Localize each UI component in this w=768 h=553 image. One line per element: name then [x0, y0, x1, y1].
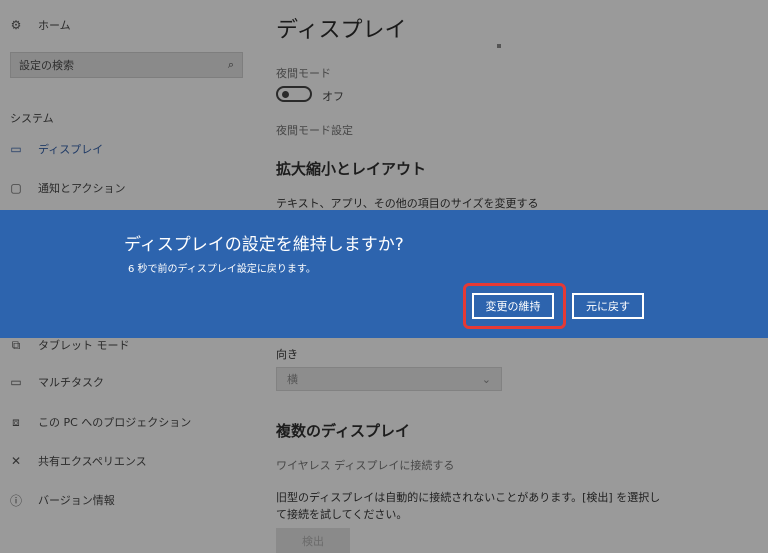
sidebar-item-display[interactable]: ▭ ディスプレイ: [0, 134, 255, 164]
sidebar-item-label: ホーム: [38, 19, 71, 32]
page-title: ディスプレイ: [276, 18, 407, 43]
resize-marker: [497, 44, 501, 48]
sidebar-item-projection[interactable]: ⧈ この PC へのプロジェクション: [0, 407, 255, 437]
night-mode-settings-link[interactable]: 夜間モード設定: [276, 122, 353, 138]
chevron-down-icon: ⌄: [481, 372, 491, 386]
notification-icon: ▢: [10, 181, 22, 195]
sidebar-item-label: バージョン情報: [38, 494, 115, 507]
sidebar-item-shared-experience[interactable]: ✕ 共有エクスペリエンス: [0, 446, 255, 476]
wireless-display-link[interactable]: ワイヤレス ディスプレイに接続する: [276, 457, 454, 473]
search-placeholder: 設定の検索: [19, 59, 74, 72]
sidebar-item-multitask[interactable]: ▭ マルチタスク: [0, 367, 255, 397]
sidebar-item-label: 共有エクスペリエンス: [38, 455, 147, 468]
detect-button[interactable]: 検出: [276, 528, 350, 553]
sidebar-item-home[interactable]: ⚙ ホーム: [0, 10, 255, 40]
sidebar-item-label: この PC へのプロジェクション: [38, 416, 192, 429]
search-input[interactable]: 設定の検索 ⌕: [10, 52, 243, 78]
section-heading-system: システム: [10, 112, 54, 125]
sidebar-item-label: 通知とアクション: [38, 182, 126, 195]
orientation-label: 向き: [276, 348, 298, 361]
home-gear-icon: ⚙: [10, 18, 22, 32]
scale-layout-description: テキスト、アプリ、その他の項目のサイズを変更する: [276, 197, 539, 210]
sidebar-item-label: マルチタスク: [38, 376, 104, 389]
sidebar-item-about[interactable]: ⓘ バージョン情報: [0, 485, 255, 515]
sidebar-item-notifications[interactable]: ▢ 通知とアクション: [0, 173, 255, 203]
info-icon: ⓘ: [9, 493, 22, 508]
revert-button[interactable]: 元に戻す: [572, 293, 644, 319]
dialog-title: ディスプレイの設定を維持しますか?: [124, 235, 404, 255]
sidebar-item-label: タブレット モード: [38, 339, 130, 352]
multitask-icon: ▭: [10, 375, 22, 389]
sidebar-item-label: ディスプレイ: [38, 143, 104, 156]
multiple-displays-heading: 複数のディスプレイ: [276, 422, 410, 440]
multiple-displays-description-1: 旧型のディスプレイは自動的に接続されないことがあります。[検出] を選択し: [276, 491, 661, 504]
dialog-message: 6 秒で前のディスプレイ設定に戻ります。: [128, 264, 316, 275]
keep-display-settings-dialog: ディスプレイの設定を維持しますか? 6 秒で前のディスプレイ設定に戻ります。: [0, 210, 768, 338]
orientation-select[interactable]: 横 ⌄: [276, 367, 502, 391]
scale-layout-heading: 拡大縮小とレイアウト: [276, 160, 427, 178]
highlight-outline: [463, 283, 566, 329]
night-mode-state: オフ: [322, 90, 344, 103]
search-icon: ⌕: [227, 58, 234, 71]
monitor-icon: ▭: [10, 142, 22, 156]
multiple-displays-description-2: て接続を試してください。: [276, 508, 408, 521]
tablet-mode-icon: ⧉: [11, 337, 21, 352]
shared-experience-icon: ✕: [10, 454, 22, 468]
orientation-value: 横: [287, 373, 298, 386]
night-mode-label: 夜間モード: [276, 67, 331, 80]
toggle-knob: [282, 91, 289, 98]
night-mode-toggle[interactable]: [276, 86, 312, 102]
projection-icon: ⧈: [12, 414, 20, 429]
